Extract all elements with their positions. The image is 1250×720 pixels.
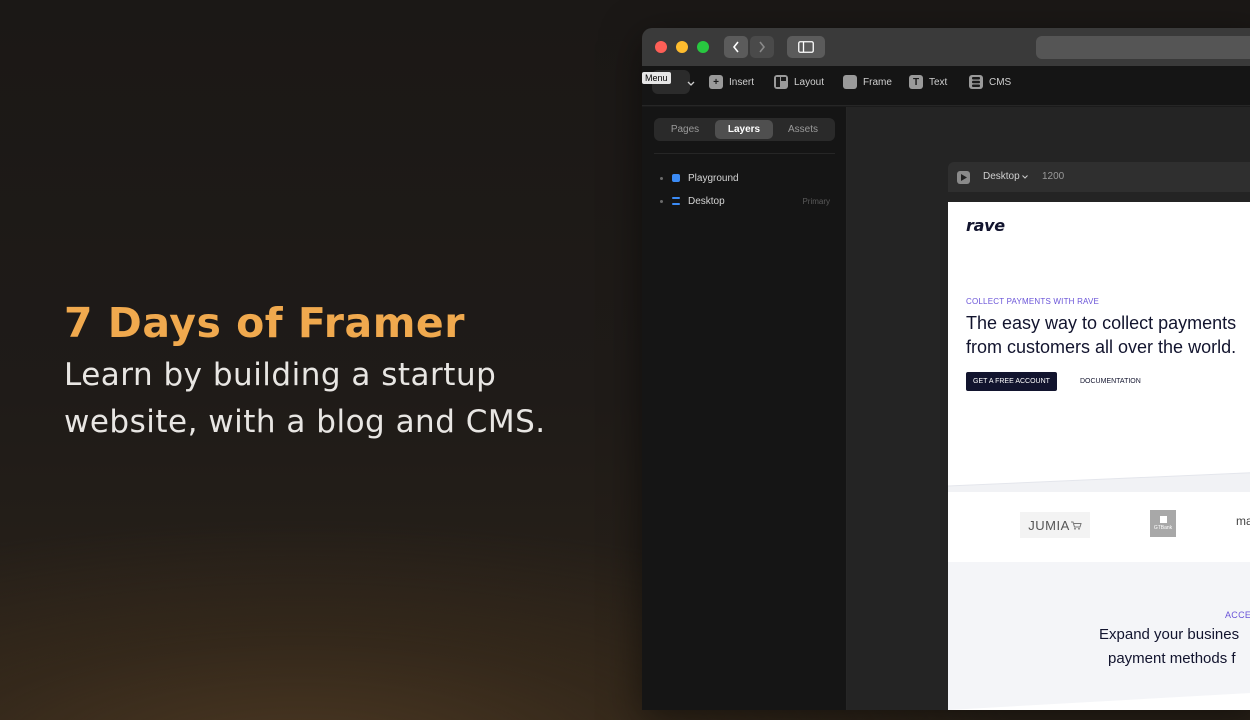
- promo-subtitle-line1: Learn by building a startup: [64, 357, 497, 393]
- cart-icon: [1070, 521, 1082, 530]
- layer-label: Desktop: [688, 195, 725, 207]
- gtbank-logo: GTBank: [1150, 510, 1176, 537]
- preview-button[interactable]: [957, 171, 970, 184]
- layout-label: Layout: [794, 76, 825, 88]
- title-bar: [642, 28, 1250, 66]
- text-label: Text: [929, 76, 948, 88]
- client-logos: JUMIA GTBank ma: [948, 492, 1250, 562]
- section-wedge: [948, 693, 1250, 710]
- chevron-right-icon: [759, 41, 766, 53]
- hero-eyebrow: COLLECT PAYMENTS WITH RAVE: [966, 297, 1100, 306]
- sidebar-icon: [798, 41, 814, 53]
- back-button[interactable]: [724, 36, 748, 58]
- documentation-link[interactable]: DOCUMENTATION: [1080, 372, 1141, 391]
- disclosure-dot: [660, 199, 663, 203]
- text-icon: T: [909, 75, 923, 89]
- chevron-down-icon: [687, 81, 695, 86]
- frame-layer-icon: [672, 174, 680, 182]
- layers-panel: Pages Layers Assets Playground Desktop P…: [642, 107, 847, 710]
- frame-label: Frame: [863, 76, 892, 88]
- frame-header: Desktop 1200: [948, 162, 1250, 192]
- promo-title: 7 Days of Framer: [64, 299, 465, 347]
- forward-button[interactable]: [750, 36, 774, 58]
- database-icon: [969, 75, 983, 89]
- framer-window: Menu + Insert Layout Frame T Text CMS Pa…: [642, 28, 1250, 710]
- chevron-left-icon: [732, 41, 739, 53]
- canvas[interactable]: Desktop 1200 rave COLLECT PAYMENTS WITH …: [847, 107, 1250, 710]
- frame-tool[interactable]: Frame: [843, 75, 892, 89]
- jumia-logo: JUMIA: [1020, 512, 1090, 538]
- partner-logo-ma: ma: [1236, 514, 1250, 528]
- cms-label: CMS: [989, 76, 1012, 88]
- rave-logo: rave: [966, 216, 1005, 235]
- insert-tool[interactable]: + Insert: [709, 75, 754, 89]
- panel-tabs: Pages Layers Assets: [654, 118, 835, 141]
- layer-item-playground[interactable]: Playground: [660, 171, 830, 185]
- editor-toolbar: Menu + Insert Layout Frame T Text CMS: [642, 66, 1250, 106]
- hero-heading: The easy way to collect payments from cu…: [966, 313, 1237, 357]
- minimize-window-button[interactable]: [676, 41, 688, 53]
- toggle-sidebar-button[interactable]: [787, 36, 825, 58]
- zoom-window-button[interactable]: [697, 41, 709, 53]
- disclosure-dot: [660, 176, 663, 180]
- layout-icon: [774, 75, 788, 89]
- plus-icon: +: [709, 75, 723, 89]
- cms-tool[interactable]: CMS: [969, 75, 1011, 89]
- payment-methods-section: ACCE Expand your busines payment methods…: [948, 562, 1250, 710]
- layout-tool[interactable]: Layout: [774, 75, 824, 89]
- tab-pages[interactable]: Pages: [656, 120, 714, 139]
- stack-layer-icon: [672, 197, 680, 205]
- frame-width: 1200: [1042, 171, 1065, 182]
- tab-layers[interactable]: Layers: [715, 120, 773, 139]
- frame-icon: [843, 75, 857, 89]
- address-bar[interactable]: [1036, 36, 1250, 59]
- primary-badge: Primary: [802, 196, 830, 206]
- insert-label: Insert: [729, 76, 755, 88]
- section-heading-line1: Expand your busines: [1099, 626, 1240, 643]
- get-free-account-button[interactable]: GET A FREE ACCOUNT: [966, 372, 1057, 391]
- section-eyebrow: ACCE: [1225, 610, 1250, 620]
- desktop-frame[interactable]: rave COLLECT PAYMENTS WITH RAVE The easy…: [948, 202, 1250, 710]
- text-tool[interactable]: T Text: [909, 75, 947, 89]
- promo-subtitle: Learn by building a startup website, wit…: [64, 352, 604, 446]
- chevron-down-icon: [1022, 175, 1029, 179]
- play-icon: [960, 174, 967, 181]
- promo-subtitle-line2: website, with a blog and CMS.: [64, 404, 546, 440]
- section-divider: [948, 472, 1250, 494]
- panel-divider: [654, 153, 835, 154]
- promo-block: 7 Days of Framer Learn by building a sta…: [64, 296, 604, 446]
- tab-assets[interactable]: Assets: [774, 120, 832, 139]
- layer-label: Playground: [688, 172, 739, 184]
- close-window-button[interactable]: [655, 41, 667, 53]
- menu-tooltip: Menu: [642, 72, 671, 84]
- breakpoint-select[interactable]: Desktop: [983, 171, 1029, 182]
- layer-item-desktop[interactable]: Desktop Primary: [660, 194, 830, 208]
